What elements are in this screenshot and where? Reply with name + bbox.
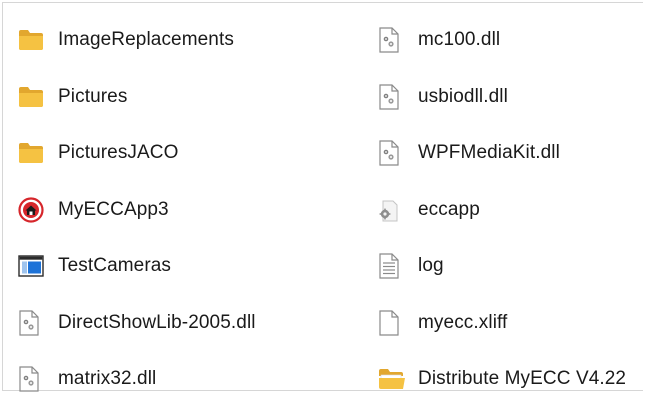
file-item-testcameras[interactable]: TestCameras xyxy=(18,238,348,295)
file-item-picturesjaco[interactable]: PicturesJACO xyxy=(18,125,348,182)
file-item-eccapp[interactable]: eccapp xyxy=(378,182,640,239)
file-column-right: mc100.dll usbiodll.dll WPFMediaKit.dll e… xyxy=(378,12,640,408)
file-item-myecc-xliff[interactable]: myecc.xliff xyxy=(378,295,640,352)
file-name: WPFMediaKit.dll xyxy=(418,142,560,164)
file-item-mc100[interactable]: mc100.dll xyxy=(378,12,640,69)
file-name: ImageReplacements xyxy=(58,29,234,51)
app-shortcut-icon xyxy=(18,196,46,224)
dll-file-icon xyxy=(18,365,46,393)
file-name: usbiodll.dll xyxy=(418,85,508,107)
file-name: Distribute MyECC V4.22 xyxy=(418,368,627,390)
folder-icon xyxy=(18,139,46,167)
dll-file-icon xyxy=(378,26,406,54)
config-file-icon xyxy=(378,196,406,224)
file-name: PicturesJACO xyxy=(58,142,179,164)
folder-icon xyxy=(18,83,46,111)
file-name: mc100.dll xyxy=(418,29,501,51)
file-item-directshowlib[interactable]: DirectShowLib-2005.dll xyxy=(18,295,348,352)
text-file-icon xyxy=(378,252,406,280)
file-item-usbiodll[interactable]: usbiodll.dll xyxy=(378,69,640,126)
window-app-icon xyxy=(18,252,46,280)
blank-file-icon xyxy=(378,309,406,337)
dll-file-icon xyxy=(18,309,46,337)
dll-file-icon xyxy=(378,139,406,167)
file-item-matrix32[interactable]: matrix32.dll xyxy=(18,351,348,408)
file-column-left: ImageReplacements Pictures PicturesJACO xyxy=(18,12,348,408)
file-name: eccapp xyxy=(418,198,480,220)
file-name: log xyxy=(418,255,444,277)
open-folder-icon xyxy=(378,365,406,393)
file-list-pane: ImageReplacements Pictures PicturesJACO xyxy=(0,0,645,394)
file-item-myeccapp3[interactable]: MyECCApp3 xyxy=(18,182,348,239)
file-name: TestCameras xyxy=(58,255,172,277)
file-item-wpfmediakit[interactable]: WPFMediaKit.dll xyxy=(378,125,640,182)
file-name: myecc.xliff xyxy=(418,311,508,333)
file-item-pictures[interactable]: Pictures xyxy=(18,69,348,126)
file-name: Pictures xyxy=(58,85,128,107)
file-item-distribute-myecc[interactable]: Distribute MyECC V4.22 xyxy=(378,351,640,408)
file-name: matrix32.dll xyxy=(58,368,157,390)
file-name: DirectShowLib-2005.dll xyxy=(58,311,256,333)
file-name: MyECCApp3 xyxy=(58,198,169,220)
file-item-imagereplacements[interactable]: ImageReplacements xyxy=(18,12,348,69)
file-item-log[interactable]: log xyxy=(378,238,640,295)
folder-icon xyxy=(18,26,46,54)
dll-file-icon xyxy=(378,83,406,111)
